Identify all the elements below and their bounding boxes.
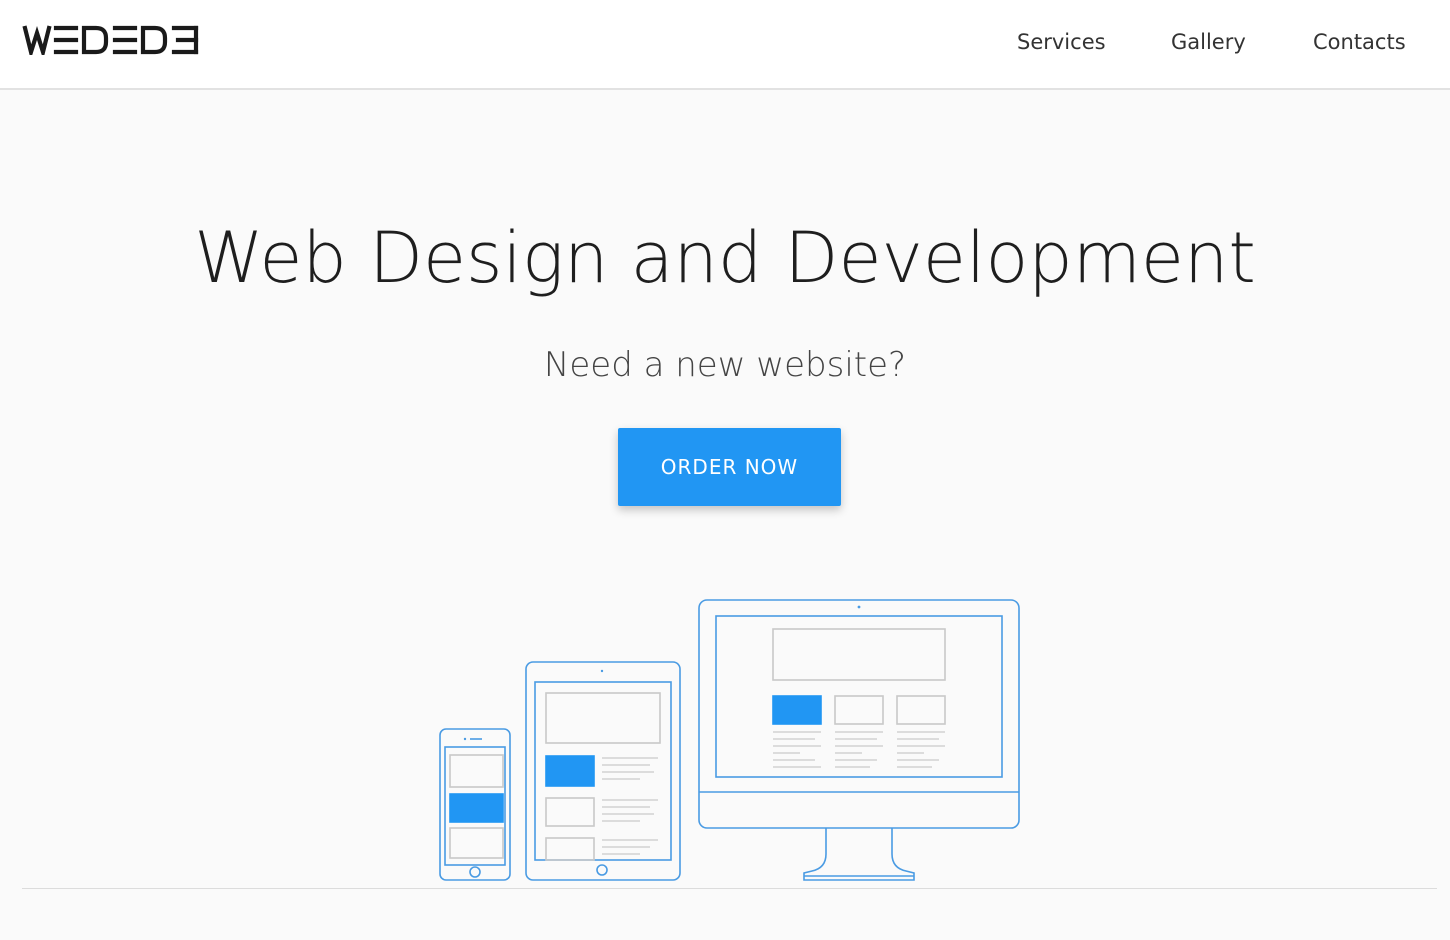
- top-navigation-bar: Services Gallery Contacts: [0, 0, 1450, 90]
- responsive-devices-illustration: [430, 592, 1030, 887]
- nav-link-services[interactable]: Services: [1017, 30, 1106, 54]
- phone-icon: [439, 728, 511, 881]
- desktop-monitor-icon: [698, 599, 1020, 881]
- brand-logo[interactable]: [22, 25, 200, 55]
- nav-link-gallery[interactable]: Gallery: [1171, 30, 1246, 54]
- wedede-logo-icon: [22, 25, 199, 55]
- nav-link-contacts[interactable]: Contacts: [1313, 30, 1406, 54]
- order-now-button[interactable]: ORDER NOW: [618, 428, 841, 506]
- tablet-icon: [525, 661, 681, 881]
- hero-subtitle: Need a new website?: [543, 345, 907, 385]
- section-divider: [22, 888, 1437, 889]
- hero-title: Web Design and Development: [194, 217, 1256, 299]
